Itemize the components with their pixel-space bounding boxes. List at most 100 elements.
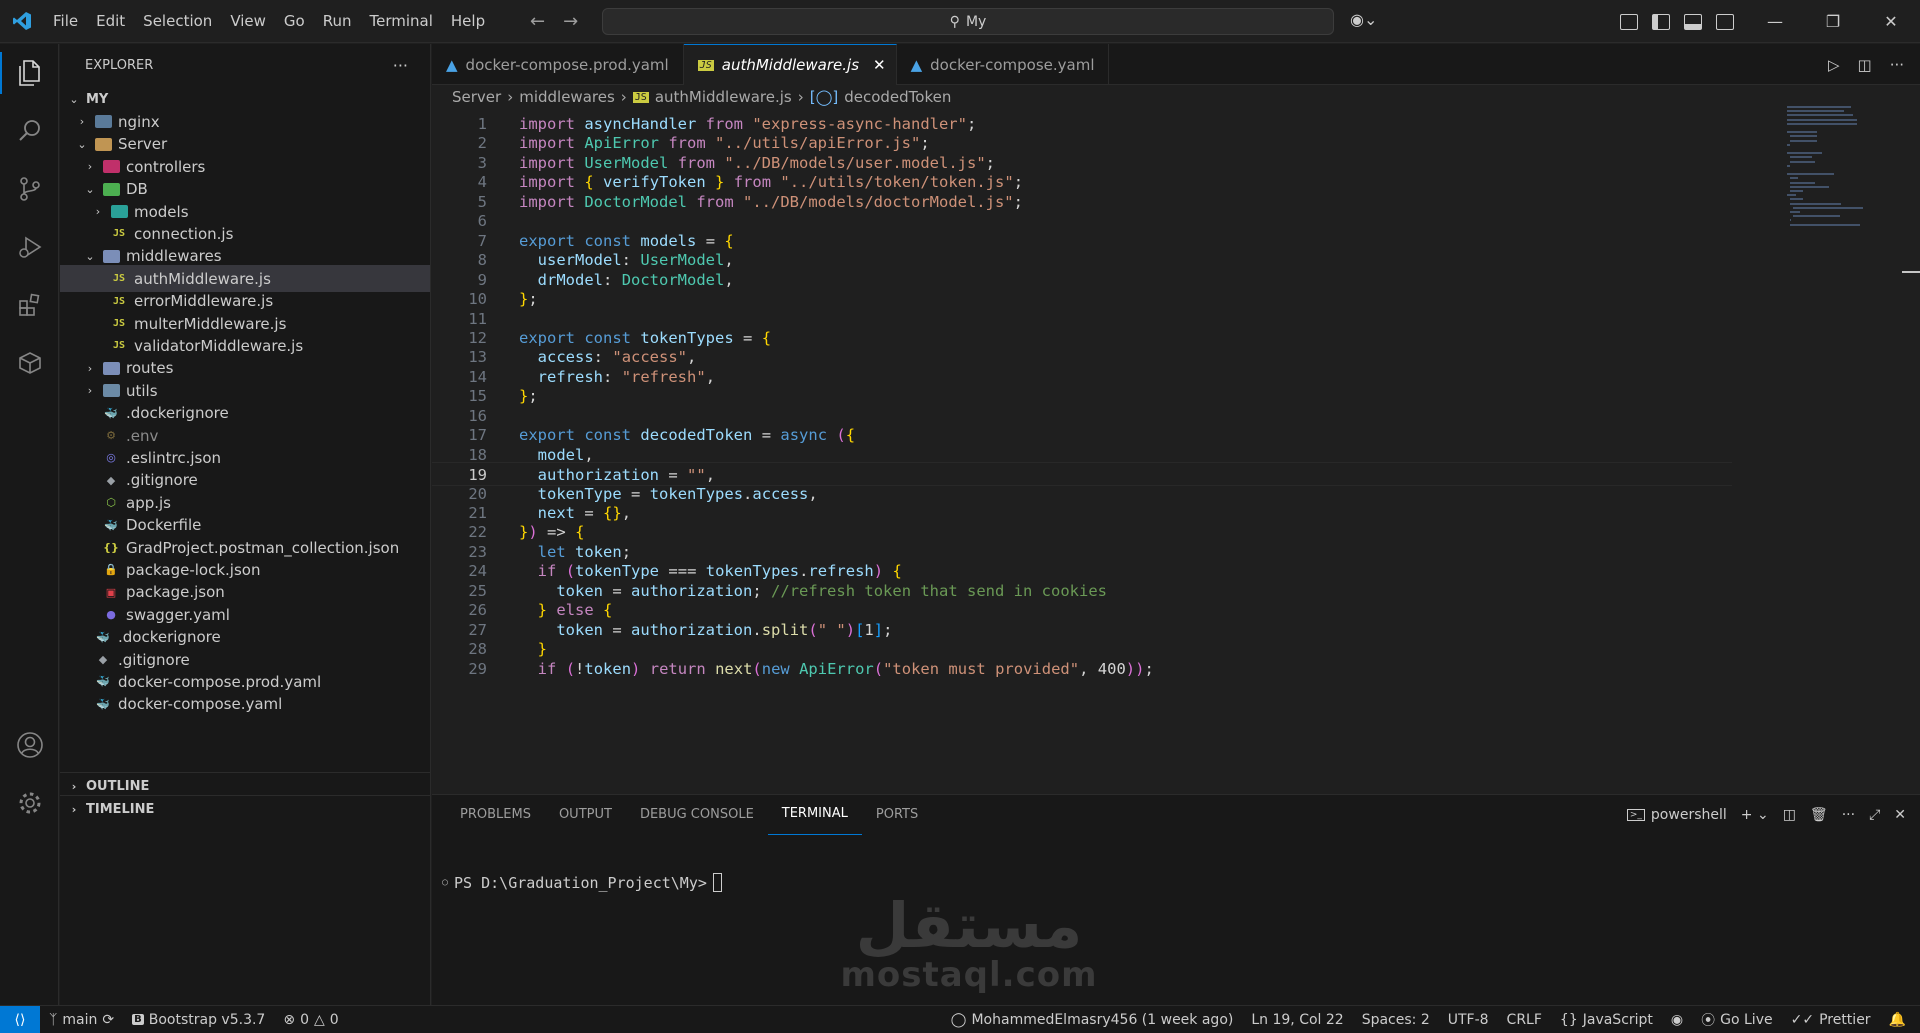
close-tab-icon[interactable]: ✕ xyxy=(873,56,886,74)
remote-indicator-icon[interactable]: ⟨⟩ xyxy=(0,1005,40,1033)
js-file-icon: JS xyxy=(112,295,126,307)
more-actions-icon[interactable]: ··· xyxy=(1842,807,1855,823)
minimap[interactable] xyxy=(1787,106,1877,266)
git-blame[interactable]: ◯ MohammedElmasry456 (1 week ago) xyxy=(942,1012,1243,1028)
minimap-line xyxy=(1793,215,1840,218)
tab-docker-compose-prod[interactable]: ▲ docker-compose.prod.yaml xyxy=(432,44,684,85)
code-editor[interactable]: 1 import asyncHandler from "express-async… xyxy=(432,112,1732,792)
chevron-right-icon: › xyxy=(79,115,85,129)
tree-item-label: docker-compose.yaml xyxy=(118,695,283,714)
problems-indicator[interactable]: ⊗ 0 △ 0 xyxy=(274,1012,347,1028)
toggle-panel-icon[interactable] xyxy=(1684,13,1702,30)
run-debug-icon[interactable] xyxy=(0,218,59,276)
tab-auth-middleware[interactable]: JS authMiddleware.js ✕ xyxy=(683,44,897,85)
menu-go[interactable]: Go xyxy=(275,0,314,43)
code-text: export const tokenTypes = { xyxy=(519,328,772,347)
copilot-icon[interactable]: ◉⌄ xyxy=(1350,10,1377,29)
panel-tab-problems[interactable]: PROBLEMS xyxy=(446,795,545,835)
command-center-search[interactable]: ⚲ My xyxy=(602,8,1334,35)
copilot-status-icon[interactable]: ◉ xyxy=(1662,1012,1692,1028)
js-file-icon: JS xyxy=(112,318,126,329)
minimap-line xyxy=(1787,114,1854,117)
cursor-position[interactable]: Ln 19, Col 22 xyxy=(1242,1012,1352,1028)
chevron-right-icon: › xyxy=(95,205,101,218)
menu-bar: File Edit Selection View Go Run Terminal Help xyxy=(44,0,494,43)
new-terminal-icon[interactable]: + ⌄ xyxy=(1741,807,1769,823)
terminal-output[interactable]: ○ PS D:\Graduation_Project\My> xyxy=(442,873,722,892)
close-window-icon[interactable]: ✕ xyxy=(1862,0,1920,43)
folder-icon xyxy=(94,136,112,152)
source-control-icon[interactable] xyxy=(0,160,59,218)
extensions-icon[interactable] xyxy=(0,276,59,334)
minimap-line xyxy=(1787,131,1817,134)
git-icon: ◆ xyxy=(106,473,116,487)
menu-help[interactable]: Help xyxy=(442,0,494,43)
outline-label: OUTLINE xyxy=(86,778,150,794)
sync-icon[interactable]: ⟳ xyxy=(102,1012,114,1028)
timeline-section[interactable]: › TIMELINE xyxy=(60,795,430,822)
code-text: if (tokenType === tokenTypes.refresh) { xyxy=(537,562,902,581)
go-live-button[interactable]: ⦿ Go Live xyxy=(1692,1010,1781,1030)
window-controls: — ❐ ✕ xyxy=(1746,0,1920,43)
branch-indicator[interactable]: ᛉ main ⟳ xyxy=(40,1012,123,1028)
indentation[interactable]: Spaces: 2 xyxy=(1353,1012,1439,1028)
menu-edit[interactable]: Edit xyxy=(87,0,134,43)
settings-gear-icon[interactable] xyxy=(0,774,59,832)
menu-terminal[interactable]: Terminal xyxy=(361,0,442,43)
split-terminal-icon[interactable]: ◫ xyxy=(1783,807,1796,823)
toggle-primary-sidebar-icon[interactable] xyxy=(1652,13,1670,30)
restore-icon[interactable]: ❐ xyxy=(1804,0,1862,43)
code-text: next = {}, xyxy=(537,504,632,522)
terminal-shell-selector[interactable]: >_ powershell xyxy=(1626,807,1727,823)
code-line: 29 if (!token) return next(new ApiError(… xyxy=(432,657,1732,681)
bootstrap-version: Bootstrap v5.3.7 xyxy=(148,1011,266,1028)
account-icon[interactable] xyxy=(0,716,59,774)
panel-tab-debug-console[interactable]: DEBUG CONSOLE xyxy=(626,795,768,835)
minimap-line xyxy=(1790,219,1792,222)
more-actions-icon[interactable]: ··· xyxy=(1890,56,1904,74)
forward-arrow-icon[interactable]: → xyxy=(563,11,578,32)
more-actions-icon[interactable]: ··· xyxy=(393,56,408,75)
menu-run[interactable]: Run xyxy=(314,0,361,43)
trash-icon[interactable]: 🗑 xyxy=(1810,807,1828,823)
minimize-icon[interactable]: — xyxy=(1746,0,1804,43)
check-icon: ✓✓ xyxy=(1790,1012,1815,1028)
breadcrumb-item[interactable]: middlewares xyxy=(519,88,615,106)
chevron-right-icon: › xyxy=(71,802,77,816)
docker-icon[interactable] xyxy=(0,334,59,392)
title-bar: File Edit Selection View Go Run Terminal Help ←… xyxy=(0,0,1920,43)
end-of-line[interactable]: CRLF xyxy=(1498,1012,1551,1028)
menu-view[interactable]: View xyxy=(221,0,275,43)
explorer-icon[interactable] xyxy=(0,44,59,102)
panel-tab-terminal[interactable]: TERMINAL xyxy=(767,795,862,835)
file-row[interactable]: 🐳 docker-compose.yaml xyxy=(60,691,430,718)
menu-file[interactable]: File xyxy=(44,0,87,43)
close-panel-icon[interactable]: ✕ xyxy=(1894,807,1906,823)
notifications-bell-icon[interactable]: 🔔 xyxy=(1880,1012,1920,1028)
tab-docker-compose[interactable]: ▲ docker-compose.yaml xyxy=(897,44,1110,85)
customize-layout-icon[interactable] xyxy=(1620,13,1638,30)
panel-tab-ports[interactable]: PORTS xyxy=(862,795,932,835)
language-mode[interactable]: {} JavaScript xyxy=(1551,1012,1662,1028)
breadcrumb-item[interactable]: decodedToken xyxy=(844,88,951,106)
tree-item-label: errorMiddleware.js xyxy=(134,292,274,311)
toggle-secondary-sidebar-icon[interactable] xyxy=(1716,13,1734,30)
branch-name: main xyxy=(62,1011,98,1028)
bootstrap-indicator[interactable]: B Bootstrap v5.3.7 xyxy=(123,1012,274,1028)
split-editor-icon[interactable]: ◫ xyxy=(1858,56,1872,74)
breadcrumb-item[interactable]: authMiddleware.js xyxy=(655,88,792,106)
search-icon[interactable] xyxy=(0,102,59,160)
maximize-panel-icon[interactable]: ⤢ xyxy=(1869,807,1880,823)
code-text: model, xyxy=(537,445,594,464)
back-arrow-icon[interactable]: ← xyxy=(530,11,545,32)
encoding[interactable]: UTF-8 xyxy=(1439,1012,1498,1028)
menu-selection[interactable]: Selection xyxy=(134,0,221,43)
bootstrap-icon: B xyxy=(132,1014,144,1025)
docker-file-icon: 🐳 xyxy=(96,630,110,644)
run-file-icon[interactable]: ▷ xyxy=(1828,56,1840,74)
panel-tab-output[interactable]: OUTPUT xyxy=(545,795,626,835)
prettier-button[interactable]: ✓✓ Prettier xyxy=(1782,1012,1880,1028)
minimap-line xyxy=(1787,118,1857,121)
navigation-arrows: ← → xyxy=(530,0,578,43)
breadcrumb-item[interactable]: Server xyxy=(452,88,501,106)
